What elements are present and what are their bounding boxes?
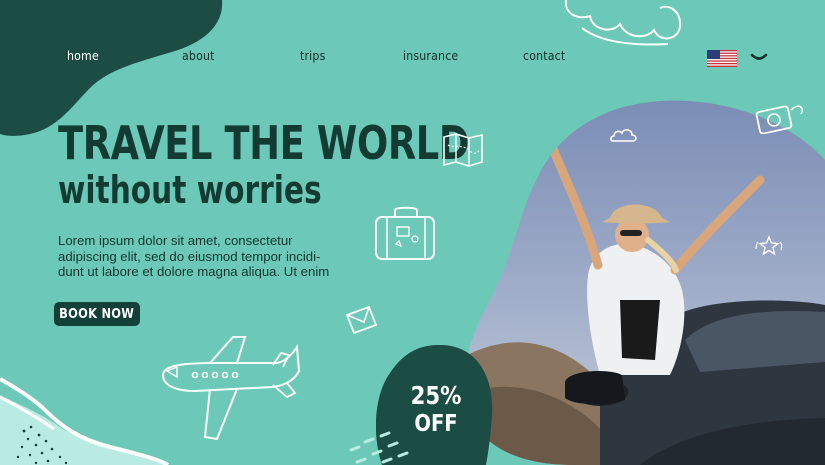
hero-title: TRAVEL THE WORLD	[58, 116, 469, 170]
nav-home[interactable]: home	[67, 48, 99, 63]
discount-percent: 25%	[410, 381, 462, 410]
description-line: dunt ut labore et dolore magna aliqua. U…	[58, 264, 330, 279]
cloud-icon	[610, 129, 637, 142]
description-line: Lorem ipsum dolor sit amet, consectetur	[58, 233, 293, 248]
us-flag-icon	[707, 50, 737, 67]
hero-subtitle: without worries	[58, 168, 322, 212]
bottom-left-blob	[0, 377, 170, 465]
chevron-down-icon	[750, 53, 768, 60]
suitcase-icon	[375, 206, 435, 260]
hero-photo	[464, 100, 825, 465]
decorative-dashes	[349, 431, 409, 464]
star-icon	[755, 235, 783, 256]
cloud-icon	[564, 0, 682, 46]
nav-about[interactable]: about	[182, 48, 215, 63]
map-icon	[443, 133, 483, 167]
camera-icon	[755, 105, 803, 134]
main-nav: home about trips insurance contact	[0, 48, 825, 68]
nav-trips[interactable]: trips	[300, 48, 325, 63]
landing-page: 25% OFF home about trips insurance conta…	[0, 0, 825, 465]
envelope-icon	[345, 305, 378, 335]
book-now-label: BOOK NOW	[59, 306, 135, 322]
book-now-button[interactable]: BOOK NOW	[54, 302, 140, 326]
nav-insurance[interactable]: insurance	[403, 48, 458, 63]
language-selector[interactable]	[707, 48, 769, 70]
hero-description: Lorem ipsum dolor sit amet, consectetur …	[58, 233, 333, 280]
airplane-icon	[161, 336, 300, 441]
description-line: adipiscing elit, sed do eiusmod tempor i…	[58, 248, 321, 264]
